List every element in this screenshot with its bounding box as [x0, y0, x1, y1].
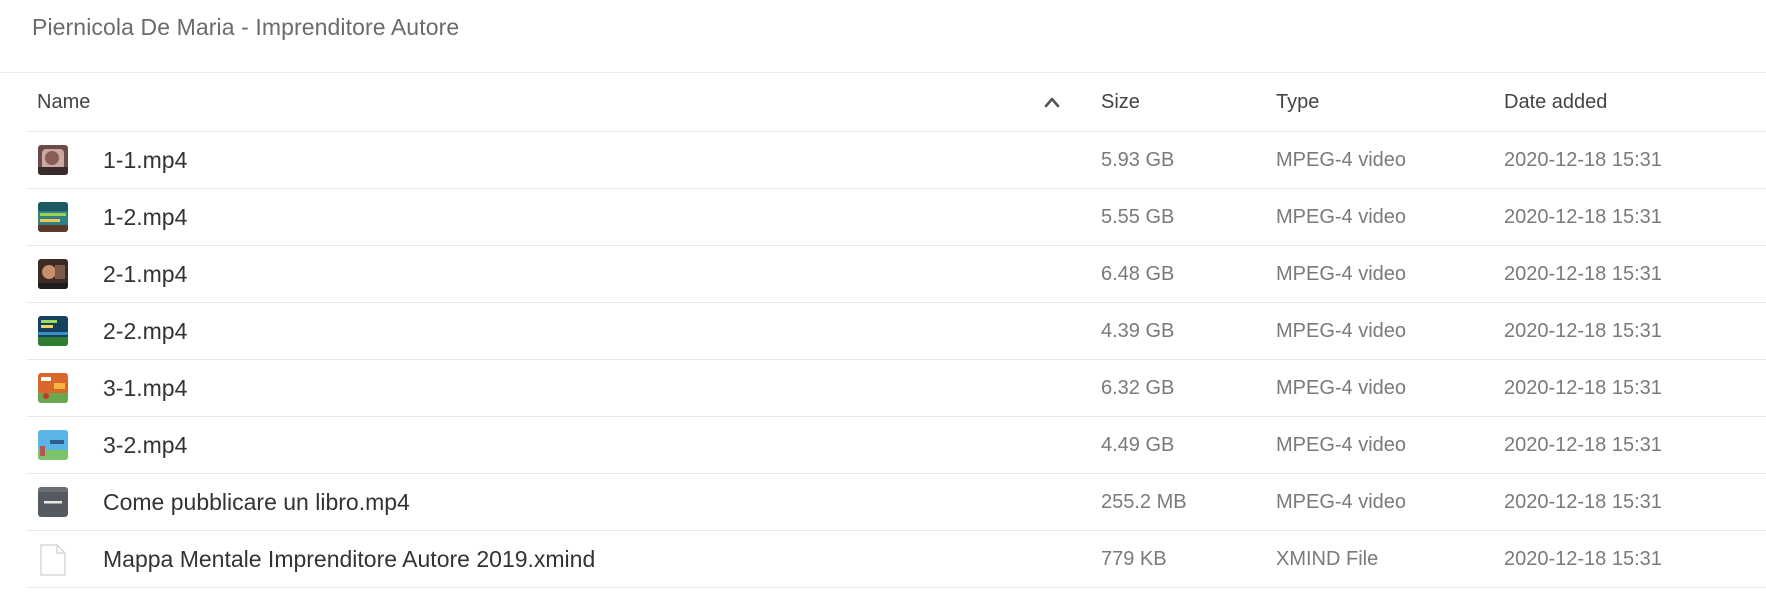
column-header-size[interactable]: Size — [1101, 73, 1140, 131]
file-type: XMIND File — [1276, 547, 1379, 570]
file-date: 2020-12-18 15:31 — [1504, 262, 1662, 285]
document-icon — [38, 544, 68, 576]
folder-title: Piernicola De Maria - Imprenditore Autor… — [32, 14, 460, 40]
file-name[interactable]: 2-1.mp4 — [103, 246, 187, 302]
file-name[interactable]: 1-2.mp4 — [103, 189, 187, 245]
table-row[interactable]: 3-2.mp4 4.49 GB MPEG-4 video 2020-12-18 … — [27, 417, 1766, 474]
file-type: MPEG-4 video — [1276, 376, 1407, 399]
file-date: 2020-12-18 15:31 — [1504, 205, 1662, 228]
file-type: MPEG-4 video — [1276, 262, 1407, 285]
file-size: 779 KB — [1101, 547, 1167, 570]
file-type: MPEG-4 video — [1276, 319, 1407, 342]
file-type: MPEG-4 video — [1276, 148, 1407, 171]
column-header-name[interactable]: Name — [37, 73, 90, 131]
file-date: 2020-12-18 15:31 — [1504, 490, 1662, 513]
file-name[interactable]: 1-1.mp4 — [103, 132, 187, 188]
file-name[interactable]: Come pubblicare un libro.mp4 — [103, 474, 410, 530]
file-name[interactable]: 3-1.mp4 — [103, 360, 187, 416]
table-row[interactable]: Come pubblicare un libro.mp4 255.2 MB MP… — [27, 474, 1766, 531]
table-row[interactable]: Mappa Mentale Imprenditore Autore 2019.x… — [27, 531, 1766, 588]
column-header-type[interactable]: Type — [1276, 73, 1319, 131]
table-row[interactable]: 1-1.mp4 5.93 GB MPEG-4 video 2020-12-18 … — [27, 132, 1766, 189]
file-date: 2020-12-18 15:31 — [1504, 319, 1662, 342]
video-thumbnail-icon — [38, 316, 68, 346]
file-table: Name Size Type Date added 1-1.mp4 5.93 G… — [27, 73, 1766, 588]
file-size: 4.39 GB — [1101, 319, 1175, 342]
video-thumbnail-icon — [38, 202, 68, 232]
file-size: 5.93 GB — [1101, 148, 1175, 171]
file-date: 2020-12-18 15:31 — [1504, 376, 1662, 399]
file-size: 6.32 GB — [1101, 376, 1175, 399]
file-date: 2020-12-18 15:31 — [1504, 148, 1662, 171]
file-name[interactable]: 3-2.mp4 — [103, 417, 187, 473]
file-name[interactable]: Mappa Mentale Imprenditore Autore 2019.x… — [103, 531, 595, 587]
video-thumbnail-icon — [38, 145, 68, 175]
video-thumbnail-icon — [38, 259, 68, 289]
file-date: 2020-12-18 15:31 — [1504, 433, 1662, 456]
file-size: 6.48 GB — [1101, 262, 1175, 285]
video-thumbnail-icon — [38, 487, 68, 517]
table-header: Name Size Type Date added — [27, 73, 1766, 132]
file-type: MPEG-4 video — [1276, 433, 1407, 456]
table-row[interactable]: 2-2.mp4 4.39 GB MPEG-4 video 2020-12-18 … — [27, 303, 1766, 360]
file-date: 2020-12-18 15:31 — [1504, 547, 1662, 570]
file-name[interactable]: 2-2.mp4 — [103, 303, 187, 359]
file-type: MPEG-4 video — [1276, 490, 1407, 513]
table-row[interactable]: 2-1.mp4 6.48 GB MPEG-4 video 2020-12-18 … — [27, 246, 1766, 303]
column-header-date[interactable]: Date added — [1504, 73, 1607, 131]
table-row[interactable]: 1-2.mp4 5.55 GB MPEG-4 video 2020-12-18 … — [27, 189, 1766, 246]
video-thumbnail-icon — [38, 430, 68, 460]
file-size: 255.2 MB — [1101, 490, 1187, 513]
table-row[interactable]: 3-1.mp4 6.32 GB MPEG-4 video 2020-12-18 … — [27, 360, 1766, 417]
file-type: MPEG-4 video — [1276, 205, 1407, 228]
file-size: 4.49 GB — [1101, 433, 1175, 456]
video-thumbnail-icon — [38, 373, 68, 403]
file-size: 5.55 GB — [1101, 205, 1175, 228]
chevron-up-icon[interactable] — [1043, 95, 1061, 109]
